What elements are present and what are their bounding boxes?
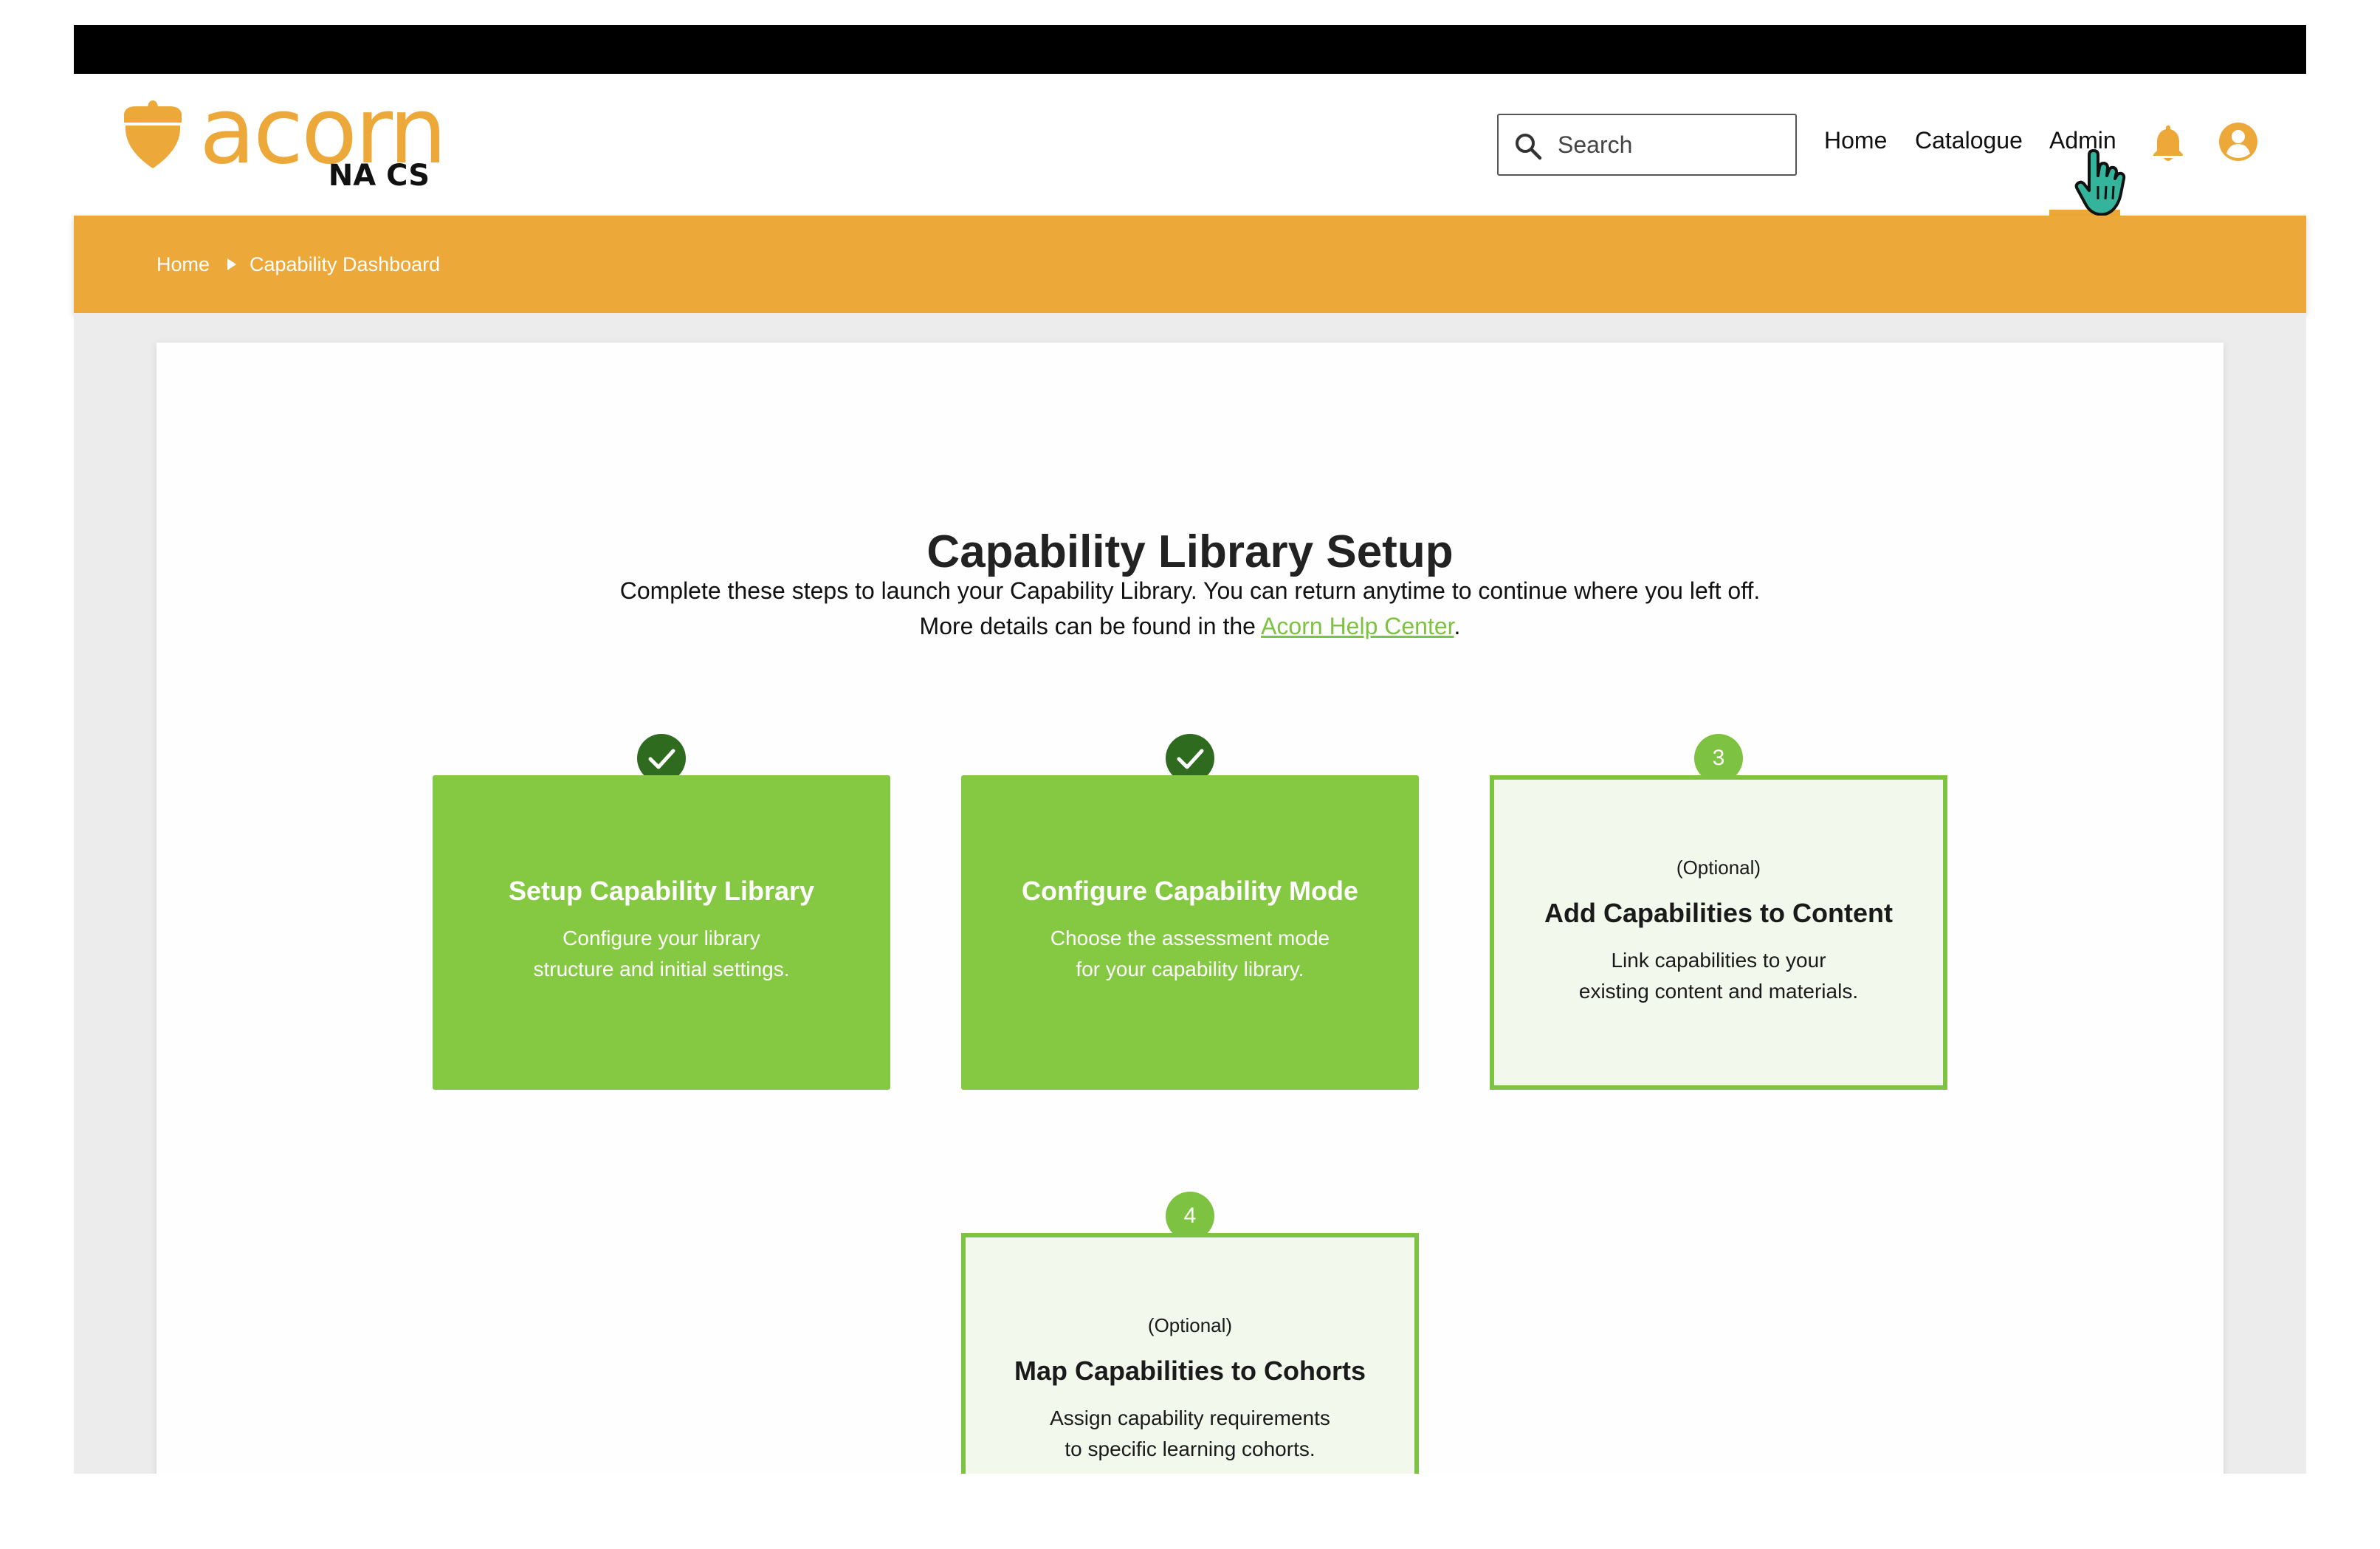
step-card-setup-library[interactable]: Setup Capability Library Configure your … — [433, 775, 890, 1090]
help-note-suffix: . — [1454, 613, 1461, 639]
step-title: Add Capabilities to Content — [1544, 898, 1893, 928]
step-title: Setup Capability Library — [508, 876, 815, 906]
step-description-line-1: Link capabilities to your — [1611, 949, 1826, 972]
help-center-link[interactable]: Acorn Help Center — [1261, 613, 1454, 639]
step-title: Map Capabilities to Cohorts — [1014, 1356, 1366, 1386]
top-black-bar — [74, 25, 2306, 74]
help-note-prefix: More details can be found in the — [919, 613, 1262, 639]
site-header: acorn NA CS Home Catalogue Admin — [74, 74, 2306, 216]
step-description-line-1: Choose the assessment mode — [1050, 927, 1330, 949]
page-description: Complete these steps to launch your Capa… — [619, 577, 1761, 604]
help-center-note: More details can be found in the Acorn H… — [157, 610, 2223, 642]
step-description-line-1: Configure your library — [563, 927, 760, 949]
step-card-map-to-cohorts[interactable]: (Optional) Map Capabilities to Cohorts A… — [961, 1233, 1419, 1474]
hand-pointer-cursor — [2074, 149, 2126, 216]
search-input[interactable] — [1556, 126, 1785, 164]
step-description-line-2: for your capability library. — [1076, 958, 1304, 980]
nav-catalogue-link[interactable]: Catalogue — [1915, 124, 2023, 157]
triangle-right-icon — [227, 258, 236, 270]
page-title: Capability Library Setup — [926, 526, 1454, 577]
step-title: Configure Capability Mode — [1021, 876, 1358, 906]
breadcrumb-current: Capability Dashboard — [250, 253, 441, 275]
step-description-line-1: Assign capability requirements — [1050, 1407, 1330, 1429]
step-card-add-to-content[interactable]: (Optional) Add Capabilities to Content L… — [1490, 775, 1947, 1090]
step-description-line-2: existing content and materials. — [1578, 980, 1859, 1003]
acorn-logo[interactable]: acorn NA CS — [120, 86, 447, 201]
content-area: Capability Library Setup Complete these … — [74, 313, 2306, 1474]
setup-panel: Capability Library Setup Complete these … — [157, 343, 2223, 1474]
step-card-configure-mode[interactable]: Configure Capability Mode Choose the ass… — [961, 775, 1419, 1090]
bell-icon[interactable] — [2150, 123, 2187, 164]
nav-home-link[interactable]: Home — [1824, 124, 1887, 157]
step-description-line-2: structure and initial settings. — [533, 958, 790, 980]
step-optional-label: (Optional) — [1676, 856, 1761, 879]
step-description-line-2: to specific learning cohorts. — [1065, 1438, 1315, 1460]
user-account-icon[interactable] — [2218, 121, 2259, 162]
step-optional-label: (Optional) — [1147, 1314, 1233, 1336]
breadcrumb-home-link[interactable]: Home — [157, 251, 210, 278]
search-icon — [1516, 134, 1542, 160]
acorn-icon — [124, 100, 182, 168]
search-box[interactable] — [1497, 114, 1797, 176]
breadcrumb: Home Capability Dashboard — [74, 216, 2306, 313]
logo-subtitle: NA CS — [328, 159, 430, 193]
